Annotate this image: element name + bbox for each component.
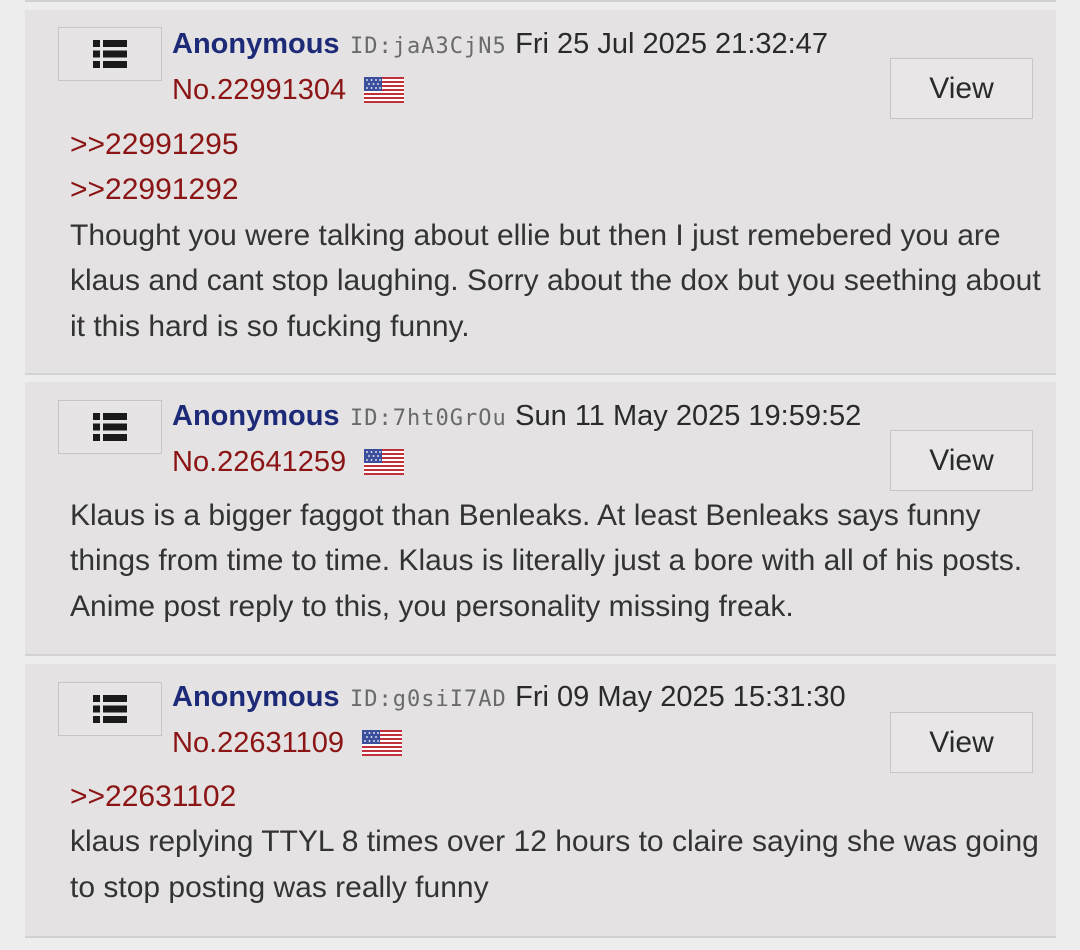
post-header: Anonymous ID:7ht0GrOu Sun 11 May 2025 19… bbox=[172, 398, 861, 439]
list-menu-icon bbox=[93, 40, 127, 68]
poster-id[interactable]: ID:7ht0GrOu bbox=[350, 406, 507, 431]
poster-name: Anonymous bbox=[172, 28, 340, 60]
post-number[interactable]: No.22991304 bbox=[172, 72, 346, 108]
post-divider bbox=[25, 0, 1056, 2]
post-menu-button[interactable] bbox=[58, 400, 162, 454]
poster-id[interactable]: ID:jaA3CjN5 bbox=[350, 34, 507, 59]
list-menu-icon bbox=[93, 695, 127, 723]
post-body: Klaus is a bigger faggot than Benleaks. … bbox=[70, 493, 1055, 629]
view-button[interactable]: View bbox=[890, 430, 1033, 491]
list-menu-icon bbox=[93, 413, 127, 441]
post-divider bbox=[25, 936, 1056, 938]
quote-link[interactable]: >>22991292 bbox=[70, 167, 1055, 212]
post-date: Sun 11 May 2025 19:59:52 bbox=[515, 400, 862, 432]
post-number-line: No.22641259 bbox=[172, 444, 405, 480]
quote-link[interactable]: >>22631102 bbox=[70, 774, 1055, 819]
us-flag-icon bbox=[362, 730, 403, 756]
post-number-line: No.22631109 bbox=[172, 725, 403, 761]
post-number[interactable]: No.22631109 bbox=[172, 725, 344, 761]
post-comment: Thought you were talking about ellie but… bbox=[70, 218, 1050, 343]
post-number[interactable]: No.22641259 bbox=[172, 444, 346, 480]
poster-name: Anonymous bbox=[172, 400, 340, 432]
post-comment: Klaus is a bigger faggot than Benleaks. … bbox=[70, 499, 1029, 623]
post-menu-button[interactable] bbox=[58, 682, 162, 736]
post-divider bbox=[25, 654, 1056, 656]
post-menu-button[interactable] bbox=[58, 27, 162, 81]
post-body: >>22991295 >>22991292 Thought you were t… bbox=[70, 122, 1055, 349]
post-date: Fri 09 May 2025 15:31:30 bbox=[515, 681, 846, 713]
post: Anonymous ID:jaA3CjN5 Fri 25 Jul 2025 21… bbox=[25, 10, 1056, 373]
post: Anonymous ID:g0siI7AD Fri 09 May 2025 15… bbox=[25, 664, 1056, 936]
quote-link[interactable]: >>22991295 bbox=[70, 122, 1055, 167]
poster-name: Anonymous bbox=[172, 681, 340, 713]
post-header: Anonymous ID:g0siI7AD Fri 09 May 2025 15… bbox=[172, 679, 846, 720]
post-date: Fri 25 Jul 2025 21:32:47 bbox=[515, 28, 828, 60]
post-body: >>22631102 klaus replying TTYL 8 times o… bbox=[70, 774, 1055, 910]
poster-id[interactable]: ID:g0siI7AD bbox=[350, 687, 507, 712]
post-number-line: No.22991304 bbox=[172, 72, 405, 108]
us-flag-icon bbox=[364, 449, 405, 475]
post-comment: klaus replying TTYL 8 times over 12 hour… bbox=[70, 825, 1048, 904]
view-button[interactable]: View bbox=[890, 58, 1033, 119]
post: Anonymous ID:7ht0GrOu Sun 11 May 2025 19… bbox=[25, 382, 1056, 654]
post-divider bbox=[25, 373, 1056, 375]
post-header: Anonymous ID:jaA3CjN5 Fri 25 Jul 2025 21… bbox=[172, 26, 828, 67]
view-button[interactable]: View bbox=[890, 712, 1033, 773]
us-flag-icon bbox=[364, 77, 405, 103]
